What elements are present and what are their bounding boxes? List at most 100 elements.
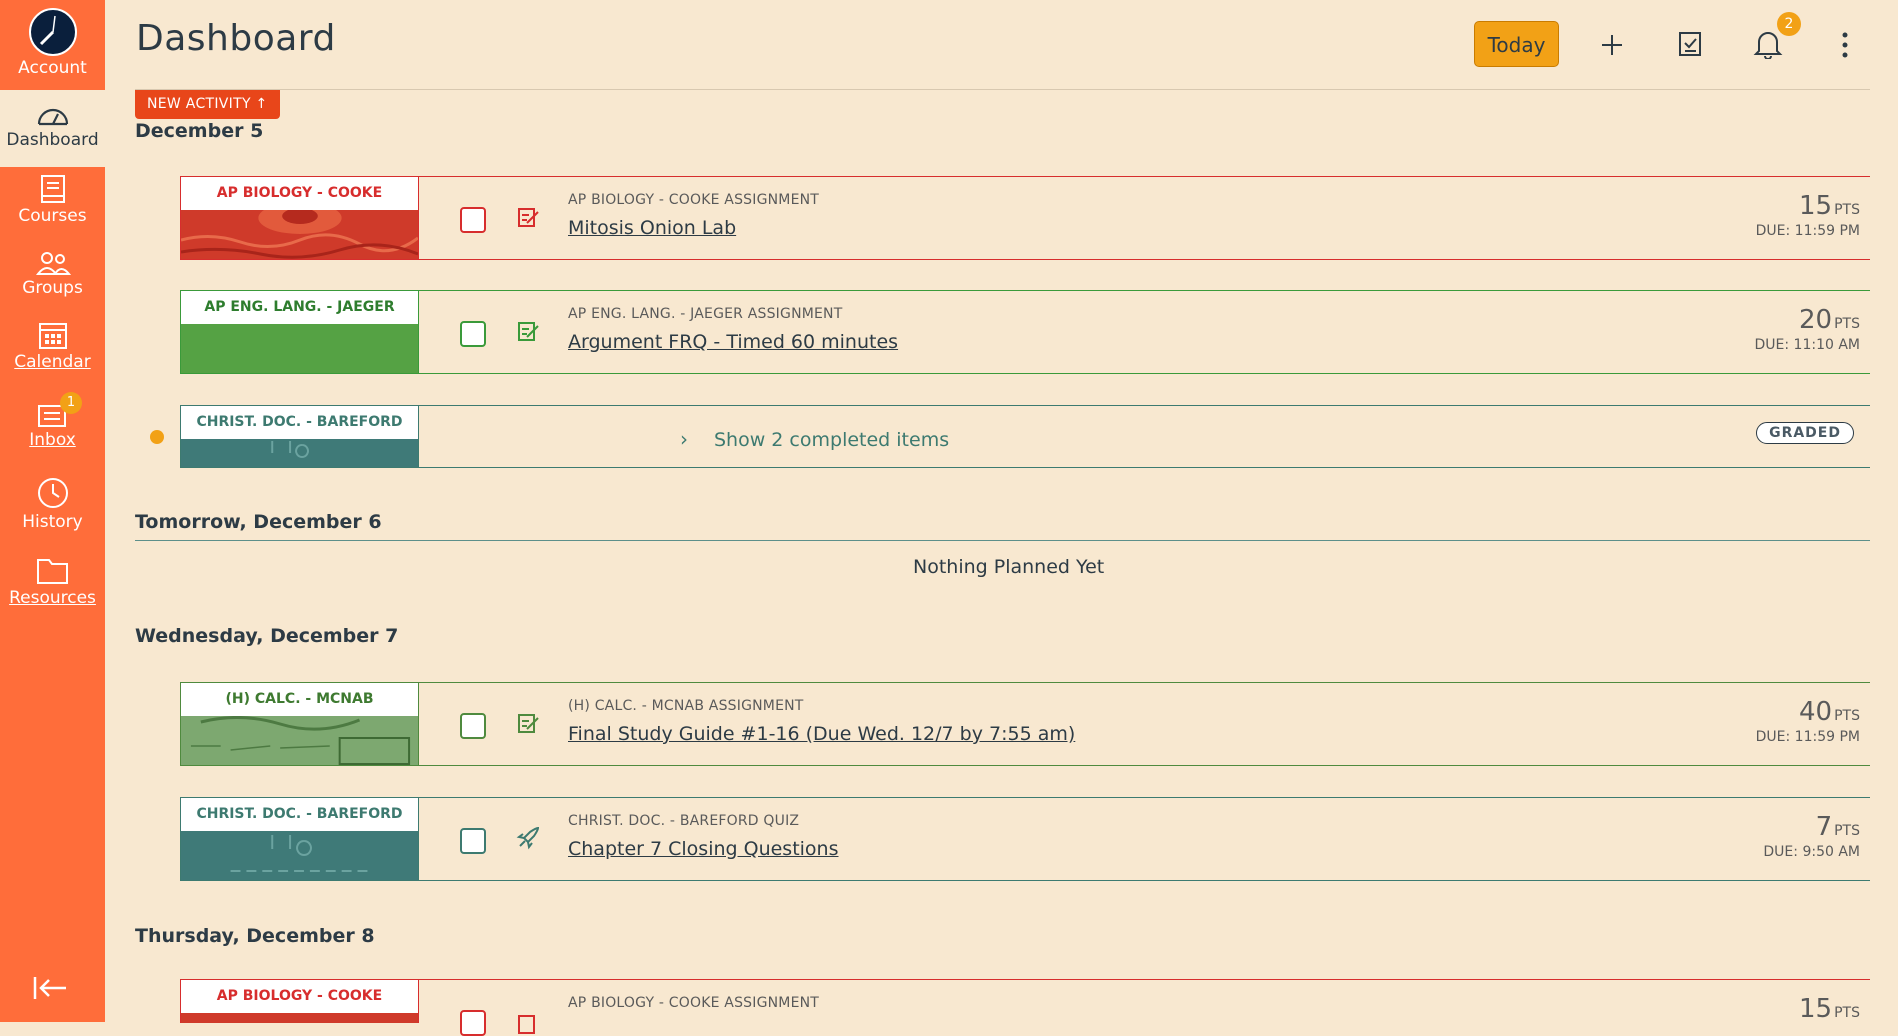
item-title-link[interactable]: Argument FRQ - Timed 60 minutes	[568, 331, 898, 353]
due-time: DUE: 11:59 PM	[1755, 223, 1860, 239]
complete-checkbox[interactable]	[460, 1010, 486, 1036]
points: 20 PTS	[1799, 305, 1860, 335]
nav-label: Inbox	[29, 430, 76, 450]
points-value: 15	[1799, 191, 1833, 221]
inbox-unread-badge: 1	[60, 392, 82, 414]
nav-dashboard[interactable]: Dashboard	[0, 90, 105, 167]
points-unit: PTS	[1834, 316, 1860, 332]
course-name: CHRIST. DOC. - BAREFORD	[181, 798, 418, 831]
notifications-bell-icon[interactable]	[1753, 29, 1783, 59]
item-type-label: AP BIOLOGY - COOKE ASSIGNMENT	[568, 192, 820, 208]
day-divider	[135, 540, 1870, 541]
planner-item: AP BIOLOGY - COOKE AP BIOLOGY - COOKE AS…	[180, 176, 1870, 260]
points-value: 15	[1799, 994, 1833, 1024]
points-unit: PTS	[1834, 708, 1860, 724]
points: 15 PTS	[1799, 994, 1860, 1024]
complete-checkbox[interactable]	[460, 713, 486, 739]
avatar	[28, 8, 77, 56]
day-heading: Thursday, December 8	[135, 925, 375, 947]
nav-label: Courses	[18, 206, 87, 226]
course-image	[181, 324, 418, 373]
courses-book-icon	[40, 175, 65, 203]
chevron-right-icon: ›	[680, 427, 688, 451]
todo-list-icon[interactable]	[1677, 30, 1703, 58]
item-type-label: AP BIOLOGY - COOKE ASSIGNMENT	[568, 995, 820, 1011]
new-activity-dot	[150, 430, 164, 444]
course-card[interactable]: AP ENG. LANG. - JAEGER	[180, 291, 419, 373]
item-type-label: AP ENG. LANG. - JAEGER ASSIGNMENT	[568, 306, 843, 322]
course-name: (H) CALC. - MCNAB	[181, 683, 418, 716]
header-divider	[135, 89, 1870, 90]
add-plus-icon[interactable]	[1599, 32, 1625, 58]
course-card[interactable]: CHRIST. DOC. - BAREFORD	[180, 406, 419, 467]
history-clock-icon	[37, 478, 68, 508]
nav-label: Calendar	[14, 352, 91, 372]
nav-label: Account	[18, 58, 87, 78]
course-name: AP ENG. LANG. - JAEGER	[181, 291, 418, 324]
complete-checkbox[interactable]	[460, 828, 486, 854]
planner-item: AP ENG. LANG. - JAEGER AP ENG. LANG. - J…	[180, 290, 1870, 374]
nav-resources[interactable]: Resources	[0, 556, 105, 608]
nav-groups[interactable]: Groups	[0, 250, 105, 298]
due-time: DUE: 11:10 AM	[1754, 337, 1861, 353]
item-type-label: (H) CALC. - MCNAB ASSIGNMENT	[568, 698, 804, 714]
points-unit: PTS	[1834, 202, 1860, 218]
collapse-nav-icon[interactable]	[32, 975, 70, 1001]
assignment-icon	[518, 322, 539, 341]
folder-icon	[36, 559, 68, 584]
new-activity-button[interactable]: NEW ACTIVITY ↑	[135, 90, 280, 119]
day-heading: December 5	[135, 120, 264, 142]
planner-item: CHRIST. DOC. - BAREFORD CHRIST. DOC. - B…	[180, 797, 1870, 881]
course-image	[181, 831, 418, 880]
course-image	[181, 210, 418, 259]
nav-courses[interactable]: Courses	[0, 174, 105, 226]
course-card[interactable]: AP BIOLOGY - COOKE	[180, 980, 419, 1023]
points: 7 PTS	[1816, 812, 1860, 842]
global-nav-sidebar: Account Dashboard Courses Groups Calenda…	[0, 0, 105, 1022]
item-title-link[interactable]: Mitosis Onion Lab	[568, 217, 736, 239]
show-completed-toggle[interactable]: › Show 2 completed items	[680, 427, 949, 451]
nav-inbox[interactable]: 1 Inbox	[0, 392, 105, 450]
item-title-link[interactable]: Chapter 7 Closing Questions	[568, 838, 839, 860]
course-card[interactable]: (H) CALC. - MCNAB	[180, 683, 419, 765]
today-button[interactable]: Today	[1474, 21, 1559, 67]
item-type-label: CHRIST. DOC. - BAREFORD QUIZ	[568, 813, 800, 829]
course-image	[181, 439, 418, 467]
nav-calendar[interactable]: Calendar	[0, 320, 105, 372]
planner-item: (H) CALC. - MCNAB (H) CALC. - MCNAB ASSI…	[180, 682, 1870, 766]
due-time: DUE: 9:50 AM	[1763, 844, 1860, 860]
complete-checkbox[interactable]	[460, 321, 486, 347]
nav-label: Dashboard	[6, 130, 99, 150]
planner-item: AP BIOLOGY - COOKE AP BIOLOGY - COOKE AS…	[180, 979, 1870, 1036]
nav-label: Groups	[22, 278, 83, 298]
points: 15 PTS	[1799, 191, 1860, 221]
nav-account[interactable]: Account	[0, 8, 105, 78]
more-options-icon[interactable]	[1835, 30, 1855, 60]
item-title-link[interactable]: Final Study Guide #1-16 (Due Wed. 12/7 b…	[568, 723, 1075, 745]
day-heading: Wednesday, December 7	[135, 625, 399, 647]
assignment-icon	[518, 1015, 535, 1034]
dashboard-icon	[37, 108, 68, 126]
course-name: AP BIOLOGY - COOKE	[181, 177, 418, 210]
course-name: AP BIOLOGY - COOKE	[181, 980, 418, 1013]
quiz-rocket-icon	[516, 826, 540, 850]
calendar-icon	[38, 323, 67, 349]
notifications-badge: 2	[1777, 12, 1801, 36]
course-name: CHRIST. DOC. - BAREFORD	[181, 406, 418, 439]
show-completed-label: Show 2 completed items	[714, 429, 950, 451]
nothing-planned-message: Nothing Planned Yet	[913, 556, 1105, 578]
points: 40 PTS	[1799, 697, 1860, 727]
course-image	[181, 716, 418, 765]
assignment-icon	[518, 714, 539, 733]
nav-label: Resources	[9, 588, 96, 608]
points-value: 7	[1815, 812, 1833, 842]
nav-history[interactable]: History	[0, 476, 105, 532]
course-card[interactable]: CHRIST. DOC. - BAREFORD	[180, 798, 419, 880]
points-value: 20	[1799, 305, 1833, 335]
day-heading: Tomorrow, December 6	[135, 511, 382, 533]
groups-icon	[35, 252, 71, 275]
complete-checkbox[interactable]	[460, 207, 486, 233]
assignment-icon	[518, 208, 539, 227]
course-card[interactable]: AP BIOLOGY - COOKE	[180, 177, 419, 259]
due-time: DUE: 11:59 PM	[1755, 729, 1860, 745]
